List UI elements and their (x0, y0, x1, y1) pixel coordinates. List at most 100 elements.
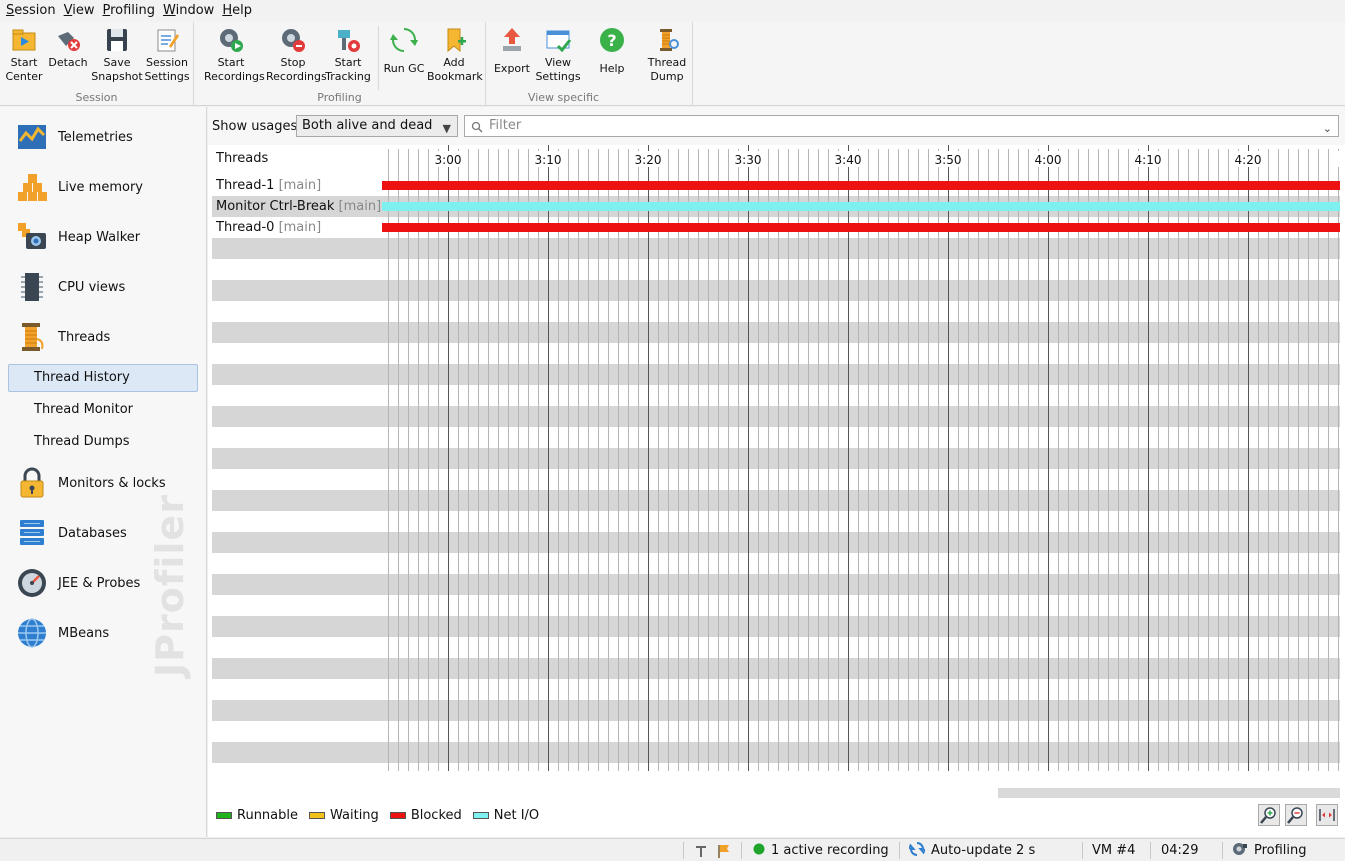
filter-bar: Show usages: Both alive and dead ▼ Filte… (208, 107, 1345, 145)
start-center-icon (10, 26, 38, 54)
zoom-out-icon (1287, 807, 1303, 824)
sidebar-item-live-memory[interactable]: Live memory (0, 167, 206, 207)
toolbar-group-view-specific: Export View Settings ? Help View specifi… (486, 22, 641, 106)
session-settings-button[interactable]: Session Settings (140, 24, 194, 88)
filter-input[interactable]: Filter ⌄ (464, 115, 1339, 137)
sidebar-item-label: CPU views (58, 279, 126, 295)
status-separator (741, 842, 742, 859)
zoom-in-button[interactable] (1258, 804, 1280, 826)
detach-icon (54, 26, 82, 54)
horizontal-scrollbar[interactable] (998, 788, 1340, 798)
detach-button[interactable]: Detach (41, 24, 95, 88)
sidebar-item-label: MBeans (58, 625, 110, 641)
auto-update-text: Auto-update 2 s (931, 843, 1036, 858)
live-memory-icon (16, 171, 48, 203)
thread-name: Thread-1 [main] (212, 175, 382, 196)
menu-help-label: elp (232, 3, 252, 18)
bookmark-flag-icon[interactable] (716, 839, 732, 861)
jprofiler-watermark: JProfiler (148, 494, 192, 677)
start-recordings-button[interactable]: Start Recordings (204, 24, 265, 88)
sidebar-item-label: Threads (58, 329, 111, 345)
refresh-icon (908, 842, 926, 856)
cpu-chip-icon (16, 271, 48, 303)
add-bookmark-button[interactable]: Add Bookmark (427, 24, 483, 88)
tick-label: 4:00 (1035, 153, 1062, 167)
profiling-mode-icon (1233, 843, 1247, 855)
search-icon (471, 120, 483, 133)
sidebar-item-cpu-views[interactable]: CPU views (0, 267, 206, 307)
row-stripe (212, 406, 1340, 427)
view-settings-button[interactable]: View Settings (531, 24, 585, 88)
status-separator (683, 842, 684, 859)
run-gc-button[interactable]: Run GC (377, 24, 431, 88)
pin-icon[interactable] (693, 839, 709, 861)
sidebar-subitem-thread-monitor[interactable]: Thread Monitor (8, 396, 198, 424)
sidebar-item-telemetries[interactable]: Telemetries (0, 117, 206, 157)
menu-view-label: iew (72, 3, 95, 18)
legend-waiting: Waiting (309, 808, 379, 823)
thread-dump-label: Thread Dump (647, 56, 687, 83)
menu-profiling[interactable]: Profiling (98, 0, 159, 22)
floppy-disk-icon (103, 26, 131, 54)
show-usages-select[interactable]: Both alive and dead ▼ (296, 115, 458, 137)
zoom-out-button[interactable] (1285, 804, 1307, 826)
row-stripe (212, 322, 1340, 343)
thread-name-text: Thread-1 (216, 178, 279, 193)
legend-swatch (472, 811, 489, 819)
recording-dot-icon (753, 843, 765, 855)
menu-window[interactable]: Window (159, 0, 218, 22)
menu-window-label: indow (175, 3, 215, 18)
save-snapshot-button[interactable]: Save Snapshot (90, 24, 144, 88)
menu-session[interactable]: Session (2, 0, 60, 22)
status-separator (1150, 842, 1151, 859)
menu-bar: Session View Profiling Window Help (0, 0, 1345, 22)
tick-label: 3:20 (635, 153, 662, 167)
row-stripe (212, 448, 1340, 469)
row-stripe (212, 574, 1340, 595)
legend-label: Runnable (237, 807, 298, 823)
legend-label: Waiting (330, 807, 379, 823)
threads-spool-icon (16, 321, 48, 353)
run-gc-label: Run GC (383, 62, 425, 75)
status-separator (1222, 842, 1223, 859)
database-icon (16, 517, 48, 549)
sidebar-item-label: Telemetries (58, 129, 133, 145)
thread-row[interactable]: Thread-0 [main] (212, 217, 1340, 238)
thread-name-text: Thread-0 (216, 220, 279, 235)
help-button[interactable]: ? Help (585, 24, 639, 88)
toolbar: Start Center Detach Save Snapshot Sessio… (0, 22, 1345, 106)
menu-profiling-accel: P (102, 3, 111, 18)
thread-dump-button[interactable]: Thread Dump (640, 24, 694, 88)
thread-row[interactable]: Monitor Ctrl-Break [main] (212, 196, 1340, 217)
chevron-down-icon[interactable]: ⌄ (1323, 119, 1332, 139)
show-usages-value: Both alive and dead (302, 118, 433, 133)
sidebar-item-threads[interactable]: Threads (0, 317, 206, 357)
show-usages-label: Show usages: (212, 119, 302, 134)
sidebar-item-label: Databases (58, 525, 127, 541)
legend-runnable: Runnable (216, 808, 298, 823)
timeline-background (212, 145, 1340, 771)
start-tracking-label: Start Tracking (325, 56, 371, 83)
toolbar-group-profiling-label: Profiling (317, 91, 362, 104)
thread-group-text: [main] (338, 199, 382, 214)
view-settings-icon (544, 26, 572, 54)
sidebar-subitem-thread-history[interactable]: Thread History (8, 364, 198, 392)
fit-width-button[interactable] (1316, 804, 1338, 826)
stop-recordings-button[interactable]: Stop Recordings (266, 24, 327, 88)
row-stripe (212, 658, 1340, 679)
sidebar-subitem-thread-dumps[interactable]: Thread Dumps (8, 428, 198, 456)
row-stripe (212, 742, 1340, 763)
thread-name: Monitor Ctrl-Break [main] (212, 196, 382, 217)
menu-view[interactable]: View (60, 0, 99, 22)
thread-name: Thread-0 [main] (212, 217, 382, 238)
menu-help[interactable]: Help (218, 0, 256, 22)
start-tracking-button[interactable]: Start Tracking (321, 24, 375, 88)
thread-row[interactable]: Thread-1 [main] (212, 175, 1340, 196)
tick-label: 3:30 (735, 153, 762, 167)
fit-width-icon (1319, 809, 1335, 821)
menu-window-accel: W (163, 3, 176, 18)
auto-update-status[interactable]: Auto-update 2 s (908, 839, 1036, 861)
row-stripe (212, 616, 1340, 637)
legend-net-io: Net I/O (472, 808, 539, 823)
sidebar-item-heap-walker[interactable]: Heap Walker (0, 217, 206, 257)
